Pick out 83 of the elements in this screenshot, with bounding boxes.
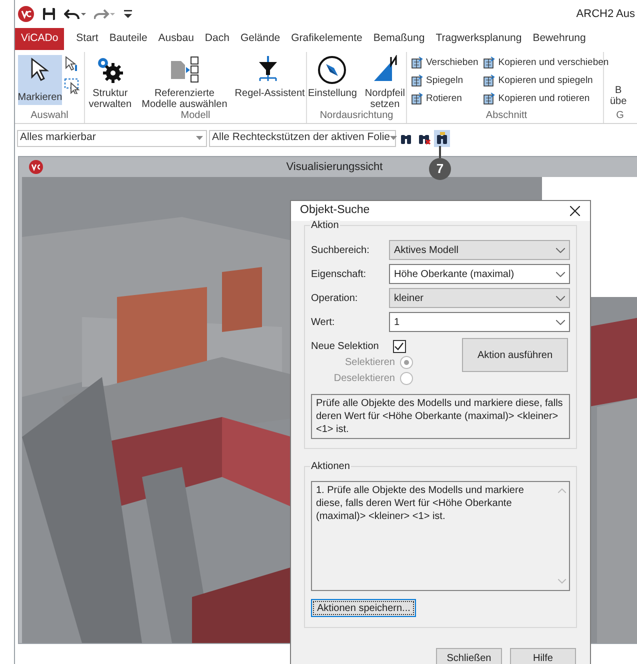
section-icon [410, 56, 424, 70]
ribbon-button[interactable]: Kopieren und rotieren [482, 91, 609, 106]
ribbon-button[interactable]: Kopieren und verschieben [482, 55, 609, 70]
cursor-icon [64, 56, 80, 72]
rectangle-select-icon [64, 78, 80, 94]
ribbon-tab[interactable]: Dach [200, 28, 234, 50]
chevron-down-icon [556, 272, 565, 276]
ribbon-tab[interactable]: Bewehrung [528, 28, 591, 50]
field-label: Suchbereich: [311, 244, 370, 258]
description-text: Prüfe alle Objekte des Modells und markiere diese, falls deren Wert für <Höhe Oberkante (maximal)> <kleiner> <1> ist. [311, 394, 570, 439]
ribbon-button[interactable]: Nordpfeil setzen [360, 55, 410, 110]
combo-box[interactable]: 1 [389, 312, 570, 332]
field-label: Wert: [311, 316, 336, 330]
radio-label: Deselektieren [334, 372, 395, 386]
app-logo-icon [29, 160, 43, 174]
group-label: Nordausrichtung [318, 109, 394, 123]
compass-icon [317, 55, 348, 85]
close-button[interactable] [570, 206, 580, 216]
window-title: ARCH2 Aus [576, 6, 635, 22]
dialog-title: Objekt-Suche [300, 203, 370, 218]
radio-label: Selektieren [344, 356, 395, 370]
dropdown[interactable]: Alles markierbar [17, 130, 207, 146]
viewer-title: Visualisierungssicht [286, 160, 383, 175]
scroll-up-icon [558, 488, 566, 493]
select-tool-button[interactable]: Markieren [18, 55, 62, 105]
dialog-button[interactable]: Hilfe [510, 648, 576, 664]
ribbon-tab[interactable]: Tragwerksplanung [430, 28, 527, 50]
ribbon-tab[interactable]: Ausbau [153, 28, 199, 50]
ribbon-tab[interactable]: Gelände [235, 28, 286, 50]
caret-icon [390, 136, 398, 140]
ribbon-tab[interactable]: Bauteile [104, 28, 152, 50]
chevron-down-icon [556, 296, 565, 300]
leader-line [439, 146, 441, 158]
select-cursor-button[interactable] [64, 56, 80, 72]
gears-icon [95, 55, 126, 85]
ribbon-button[interactable]: Einstellung [307, 55, 358, 99]
dropdown[interactable]: kleiner [389, 288, 570, 308]
group-label: Modell [180, 109, 212, 123]
ribbon-button[interactable]: B übe [610, 55, 627, 107]
ribbon-button[interactable]: Kopieren und spiegeln [482, 73, 609, 88]
ribbon-button[interactable]: Rotieren [410, 91, 478, 106]
group-label: Auswahl [30, 109, 70, 123]
section-icon [410, 92, 424, 106]
chevron-down-icon [556, 248, 565, 252]
ribbon-button[interactable]: Regel-Assistent [234, 55, 306, 99]
section-icon [482, 74, 496, 88]
execute-button[interactable]: Aktion ausführen [462, 338, 568, 372]
ribbon-tab[interactable]: Bemaßung [368, 28, 430, 50]
customize-menu-icon [124, 9, 132, 19]
ribbon-button[interactable]: Referenzierte Modelle auswählen [137, 55, 232, 110]
caret-icon [196, 136, 203, 140]
section-icon [482, 56, 496, 70]
toolbar-button[interactable] [434, 130, 450, 146]
save-actions-button[interactable]: Aktionen speichern... [311, 599, 416, 617]
dialog-button[interactable]: Schließen [436, 648, 502, 664]
group-label: Abschnitt [484, 109, 528, 123]
dropdown[interactable]: Alle Rechteckstützen der aktiven Folie [209, 130, 396, 146]
group-label: G [615, 109, 625, 123]
redo-icon [94, 7, 116, 21]
dropdown[interactable]: Aktives Modell [389, 240, 570, 260]
ribbon-tab[interactable]: Start [71, 28, 104, 50]
ribbon-tab[interactable]: Grafikelemente [286, 28, 368, 50]
close-icon [570, 206, 580, 216]
file-menu-tab[interactable]: ViCADo [15, 28, 64, 50]
undo-icon [64, 7, 86, 21]
checkbox[interactable] [392, 340, 406, 353]
ribbon-button[interactable]: Struktur verwalten [85, 55, 136, 110]
section-icon [482, 92, 496, 106]
field-label: Eigenschaft: [311, 268, 368, 282]
rectangle-select-button[interactable] [64, 78, 80, 94]
list-item[interactable]: 1. Prüfe alle Objekte des Modells und markiere diese, falls deren Wert für <Höhe Oberkante (maximal)> <kleiner> <1> ist. [316, 484, 551, 523]
ribbon-button[interactable]: Verschieben [410, 55, 478, 70]
app-logo-icon [18, 6, 34, 22]
binoculars-icon [436, 132, 448, 144]
field-label: Operation: [311, 292, 359, 306]
models-icon [169, 55, 200, 85]
cursor-icon [29, 57, 51, 81]
chevron-down-icon [556, 320, 565, 324]
combo-box[interactable]: Höhe Oberkante (maximal) [389, 264, 570, 284]
section-icon [410, 74, 424, 88]
ribbon-button[interactable]: Spiegeln [410, 73, 478, 88]
scroll-down-icon [558, 579, 566, 584]
checkbox-label: Neue Selektion [311, 340, 379, 354]
